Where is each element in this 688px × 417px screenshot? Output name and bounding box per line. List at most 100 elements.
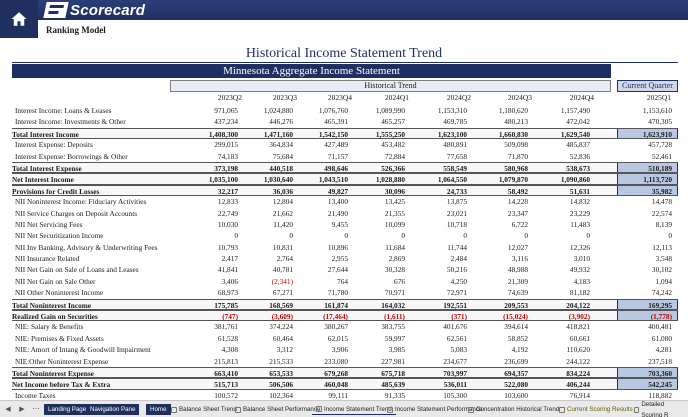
table-cell: 0 — [289, 231, 293, 241]
total-row: Provisions for Credit Losses 32,217 36,036… — [12, 184, 678, 197]
table-cell: 465,391 — [324, 117, 348, 127]
current-quarter-cell: 0 — [668, 231, 672, 241]
column-header: 2023Q3 — [272, 93, 297, 102]
column-header: 2024Q2 — [446, 93, 471, 102]
current-quarter-cell: 52,461 — [651, 151, 672, 161]
table-row: Interest Income: Investments & Other 437,… — [12, 116, 678, 127]
table-cell: 71,157 — [327, 151, 348, 161]
sheet-tab[interactable]: Detailed Scoring R — [630, 401, 688, 417]
row-label: NIE: Amort of Intang & Goodwill Impairme… — [15, 345, 151, 355]
table-cell: 2,955 — [331, 254, 348, 264]
total-row: Net Income before Tax & Extra 515,713 506,… — [12, 378, 678, 390]
table-cell: 12,804 — [272, 197, 293, 207]
total-row: Total Interest Income 1,408,300 1,471,160 1… — [12, 127, 678, 140]
sheet-tab-label: Concentration Historical Trend — [476, 406, 560, 413]
table-cell: 81,182 — [569, 288, 590, 298]
top-bar: Scorecard Ranking Model — [0, 0, 688, 38]
table-row: NII Inv Banking, Advisory & Underwriting… — [12, 242, 678, 253]
tab-scroll-left-icon[interactable]: ◀ — [2, 403, 14, 415]
table-cell: 61,528 — [217, 333, 238, 343]
table-cell: 380,267 — [324, 322, 348, 332]
row-label: NII Other Noninterest Income — [15, 288, 104, 298]
page-title: Historical Income Statement Trend — [245, 46, 443, 61]
table-cell: 234,677 — [443, 356, 467, 366]
table-cell: 0 — [401, 231, 405, 241]
table-cell: 233,080 — [324, 356, 348, 366]
table-cell: 22,749 — [217, 208, 238, 218]
home-button[interactable] — [0, 0, 38, 38]
table-row: Interest Income: Loans & Leases 971,065 1,… — [12, 105, 678, 116]
table-cell: 215,813 — [214, 356, 238, 366]
sheet-tab-label: Current Scoring Results — [567, 406, 633, 413]
table-cell: 10,793 — [217, 242, 238, 252]
table-cell: 10,030 — [217, 219, 238, 229]
total-row: Realized Gain on Securities (747) (3,609)(… — [12, 310, 678, 322]
table-cell: 227,981 — [381, 356, 405, 366]
table-cell: 3,985 — [388, 345, 405, 355]
table-row: Interest Expense: Deposits 299,015 364,834… — [12, 139, 678, 150]
table-cell: 23,347 — [507, 208, 528, 218]
row-label: NIE: Premises & Fixed Assets — [15, 333, 104, 343]
table-cell: 75,684 — [272, 151, 293, 161]
current-quarter-cell: 1,094 — [655, 276, 672, 286]
table-cell: 374,224 — [269, 322, 293, 332]
table-cell: 72,884 — [384, 151, 405, 161]
table-cell: 12,326 — [569, 242, 590, 252]
column-header: 2023Q4 — [327, 93, 352, 102]
table-cell: 13,875 — [446, 197, 467, 207]
current-quarter-cell: 3,548 — [655, 254, 672, 264]
table-cell: 27,644 — [327, 265, 348, 275]
table-cell: 60,464 — [272, 333, 293, 343]
table-cell: 71,780 — [327, 288, 348, 298]
current-quarter-cell: 22,574 — [651, 208, 672, 218]
table-cell: 67,271 — [272, 288, 293, 298]
table-cell: 12,027 — [507, 242, 528, 252]
table-cell: 418,821 — [566, 322, 590, 332]
table-cell: 11,420 — [273, 219, 293, 229]
table-cell: 3,406 — [221, 276, 238, 286]
sheet-tab-label: Income Statement Trend — [324, 405, 392, 413]
row-label: NII Inv Banking, Advisory & Underwriting… — [15, 242, 158, 252]
table-row: NII Noninterest Income: Fiduciary Activi… — [12, 196, 678, 207]
row-label: Interest Expense: Borrowings & Other — [15, 151, 128, 161]
table-cell: 5,083 — [450, 345, 467, 355]
historical-trend-header: Historical Trend — [170, 80, 611, 92]
table-cell: 480,213 — [504, 117, 528, 127]
sheet-tab[interactable]: Navigation Pane — [86, 404, 140, 415]
table-cell: 68,973 — [217, 288, 238, 298]
table-row: NII Insurance Related 2,417 2,764 2,955 2,86… — [12, 253, 678, 264]
table-cell: 1,153,310 — [437, 106, 467, 115]
sheet-tab[interactable]: Concentration Historical Trend — [464, 404, 563, 415]
table-cell: 60,661 — [569, 333, 590, 343]
sheet-tab[interactable]: Balance Sheet Trend — [167, 404, 241, 415]
table-cell: 480,891 — [443, 140, 467, 150]
table-cell: 427,489 — [324, 140, 348, 150]
page-label: Ranking Model — [46, 25, 106, 35]
tab-scroll-right-icon[interactable]: ▶ — [16, 403, 28, 415]
table-cell: 71,870 — [507, 151, 528, 161]
sheet-tab[interactable]: Current Scoring Results — [555, 404, 637, 415]
tab-menu-icon[interactable]: ⋯ — [30, 403, 42, 415]
table-cell: 1,157,490 — [560, 106, 590, 115]
table-cell: 11,684 — [385, 242, 405, 252]
table-cell: 469,785 — [443, 117, 467, 127]
table-cell: 12,833 — [217, 197, 238, 207]
table-cell: 10,718 — [446, 219, 467, 229]
current-quarter-cell: 237,518 — [648, 356, 672, 366]
table-cell: 0 — [586, 231, 590, 241]
table-row: NII Other Noninterest Income 68,973 67,271… — [12, 287, 678, 298]
table-cell: 0 — [234, 231, 238, 241]
row-label: NIE:Other Noninterest Expense — [15, 356, 109, 366]
sheet-tab-label: Detailed Scoring R — [641, 400, 669, 417]
row-label: NIE: Salary & Benefits — [15, 322, 84, 332]
table-row: NIE: Premises & Fixed Assets 61,528 60,464… — [12, 333, 678, 344]
sheet-tab[interactable]: Landing Page — [44, 404, 91, 415]
tab-scroll-controls: ◀ ▶ ⋯ — [2, 403, 42, 415]
table-cell: 10,896 — [327, 242, 348, 252]
sheet-tab[interactable]: Balance Sheet Performance — [231, 404, 324, 415]
sheet-tab-bar: ◀ ▶ ⋯ Landing Page Navigation Pane Home Bal… — [0, 400, 688, 417]
table-cell: 11,483 — [570, 219, 590, 229]
table-cell: 2,764 — [276, 254, 293, 264]
table-cell: 21,662 — [272, 208, 293, 218]
table-cell: 381,761 — [214, 322, 238, 332]
